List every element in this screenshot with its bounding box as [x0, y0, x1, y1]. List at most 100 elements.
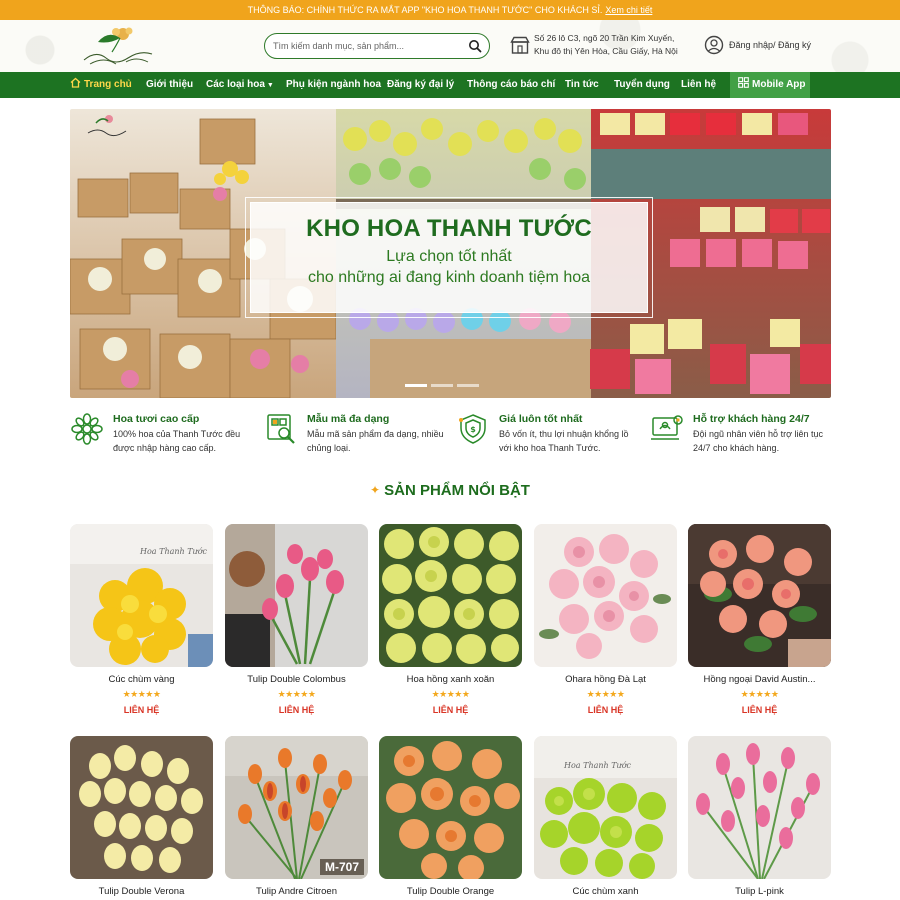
product-name[interactable]: Tulip L-pink [688, 886, 831, 897]
product-name[interactable]: Tulip Double Colombus [225, 674, 368, 685]
nav-item-news[interactable]: Tin tức [565, 72, 599, 98]
address-line-2: Khu đô thị Yên Hòa, Cầu Giấy, Hà Nội [534, 46, 678, 56]
announcement-link[interactable]: Xem chi tiết [605, 5, 652, 15]
nav-item-contact[interactable]: Liên hệ [681, 72, 716, 98]
product-image[interactable]: Hoa Thanh Tước [70, 524, 213, 667]
product-image[interactable]: M-707 [225, 736, 368, 879]
product-price: LIÊN HỆ [741, 705, 778, 715]
price-shield-icon: $ [459, 414, 486, 444]
login-link[interactable]: Đăng nhập/ Đăng ký [729, 40, 811, 50]
rating-stars: ★★★★★ [431, 689, 470, 699]
product-photo-yellow-chrysanthemum: Hoa Thanh Tước [70, 524, 213, 667]
hero-logo [87, 115, 127, 137]
chevron-down-icon: ▼ [266, 82, 274, 89]
home-icon [70, 77, 81, 88]
announcement-text: THÔNG BÁO: CHÍNH THỨC RA MẮT APP "KHO HO… [247, 5, 603, 15]
product-photo-green-chrysanthemum: Hoa Thanh Tước [534, 736, 677, 879]
product-image[interactable] [70, 736, 213, 879]
main-nav: Trang chủ Giới thiệu Các loại hoa ▼ Phụ k… [0, 72, 900, 98]
feature-title: Giá luôn tốt nhất [499, 413, 583, 425]
feature-desc: 100% hoa của Thanh Tước đều được nhập hà… [113, 429, 241, 453]
mobile-app-button[interactable]: Mobile App [730, 72, 810, 98]
search-input[interactable] [273, 37, 463, 55]
store-icon [510, 36, 530, 54]
search-bar [264, 33, 490, 59]
rating-stars: ★★★★★ [122, 689, 161, 699]
svg-text:Hoa Thanh Tước: Hoa Thanh Tước [139, 547, 208, 556]
product-photo-tulip-verona [70, 736, 213, 879]
hero-subtitle-1: Lựa chọn tốt nhất [386, 248, 512, 265]
logo-graphic [83, 27, 153, 65]
sparkle-icon: ✦ [370, 483, 381, 497]
hero-subtitle-2: cho những ai đang kinh doanh tiệm hoa [307, 269, 591, 286]
product-name[interactable]: Cúc chùm vàng [70, 674, 213, 685]
nav-item-jobs[interactable]: Tuyển dụng [614, 72, 670, 98]
product-image[interactable] [225, 524, 368, 667]
site-header: Số 26 lô C3, ngõ 20 Trần Kim Xuyến, Khu … [0, 20, 900, 72]
product-photo-tulip-andre-citroen [225, 736, 368, 879]
nav-item-agency[interactable]: Đăng ký đại lý [387, 72, 454, 98]
svg-text:Hoa Thanh Tước: Hoa Thanh Tước [563, 761, 632, 770]
product-name[interactable]: Tulip Double Verona [70, 886, 213, 897]
product-name[interactable]: Cúc chùm xanh [534, 886, 677, 897]
feature-title: Hỗ trợ khách hàng 24/7 [693, 413, 810, 425]
rating-stars: ★★★★★ [586, 689, 625, 699]
product-name[interactable]: Tulip Double Orange [379, 886, 522, 897]
feature-desc: Mẫu mã sản phẩm đa dạng, nhiều chủng loạ… [307, 429, 444, 453]
nav-item-home[interactable]: Trang chủ [70, 72, 132, 98]
nav-item-press[interactable]: Thông cáo báo chí [467, 72, 555, 98]
product-price: LIÊN HỆ [432, 705, 469, 715]
mobile-app-label: Mobile App [752, 79, 806, 90]
support-laptop-icon [651, 415, 683, 440]
product-photo-tulip-colombus [225, 524, 368, 667]
rating-stars: ★★★★★ [740, 689, 779, 699]
product-image[interactable] [379, 524, 522, 667]
svg-text:$: $ [470, 425, 476, 434]
featured-products-heading: ✦ SẢN PHẨM NỔI BẬT [0, 482, 900, 499]
nav-item-about[interactable]: Giới thiệu [146, 72, 193, 98]
product-name[interactable]: Tulip Andre Citroen [225, 886, 368, 897]
hero-title: KHO HOA THANH TƯỚC [306, 215, 592, 242]
store-address: Số 26 lô C3, ngõ 20 Trần Kim Xuyến, Khu … [534, 32, 694, 58]
product-price: LIÊN HỆ [278, 705, 315, 715]
address-line-1: Số 26 lô C3, ngõ 20 Trần Kim Xuyến, [534, 33, 675, 43]
product-name[interactable]: Hoa hồng xanh xoăn [379, 674, 522, 685]
slider-dot[interactable] [457, 384, 479, 387]
product-image[interactable] [688, 524, 831, 667]
flower-icon [71, 413, 103, 445]
product-image[interactable] [379, 736, 522, 879]
product-image[interactable]: Hoa Thanh Tước [534, 736, 677, 879]
rating-stars: ★★★★★ [277, 689, 316, 699]
feature-title: Mẫu mã đa dạng [307, 413, 390, 425]
product-photo-pink-ohara [534, 524, 677, 667]
search-icon[interactable] [468, 39, 482, 53]
product-photo-david-austin-roses [688, 524, 831, 667]
product-name[interactable]: Ohara hồng Đà Lạt [534, 674, 677, 685]
product-photo-tulip-double-orange [379, 736, 522, 879]
product-code-tag: M-707 [319, 859, 364, 875]
feature-desc: Đội ngũ nhân viên hỗ trợ liên tục 24/7 c… [693, 429, 823, 453]
hero-banner[interactable]: KHO HOA THANH TƯỚC Lựa chọn tốt nhất cho… [70, 109, 831, 398]
product-price: LIÊN HỆ [587, 705, 624, 715]
product-photo-green-roses [379, 524, 522, 667]
nav-item-flowers[interactable]: Các loại hoa ▼ [206, 72, 274, 98]
grid-icon [738, 77, 749, 88]
product-image[interactable] [534, 524, 677, 667]
user-icon[interactable] [704, 35, 724, 55]
product-photo-tulip-l-pink [688, 736, 831, 879]
feature-desc: Bỏ vốn ít, thu lợi nhuận khổng lồ với kh… [499, 429, 629, 453]
product-name[interactable]: Hồng ngoại David Austin... [688, 674, 831, 685]
hero-caption: KHO HOA THANH TƯỚC Lựa chọn tốt nhất cho… [245, 197, 653, 318]
nav-item-accessories[interactable]: Phụ kiện ngành hoa [286, 72, 381, 98]
nav-label: Trang chủ [84, 79, 132, 90]
product-image[interactable] [688, 736, 831, 879]
site-logo[interactable] [76, 22, 160, 70]
slider-dot[interactable] [431, 384, 453, 387]
nav-label: Các loại hoa [206, 79, 265, 90]
feature-title: Hoa tươi cao cấp [113, 413, 200, 425]
design-search-icon [267, 414, 295, 444]
product-price: LIÊN HỆ [123, 705, 160, 715]
announcement-bar: THÔNG BÁO: CHÍNH THỨC RA MẮT APP "KHO HO… [0, 0, 900, 20]
slider-dot[interactable] [405, 384, 427, 387]
section-title-text: SẢN PHẨM NỔI BẬT [384, 482, 530, 499]
